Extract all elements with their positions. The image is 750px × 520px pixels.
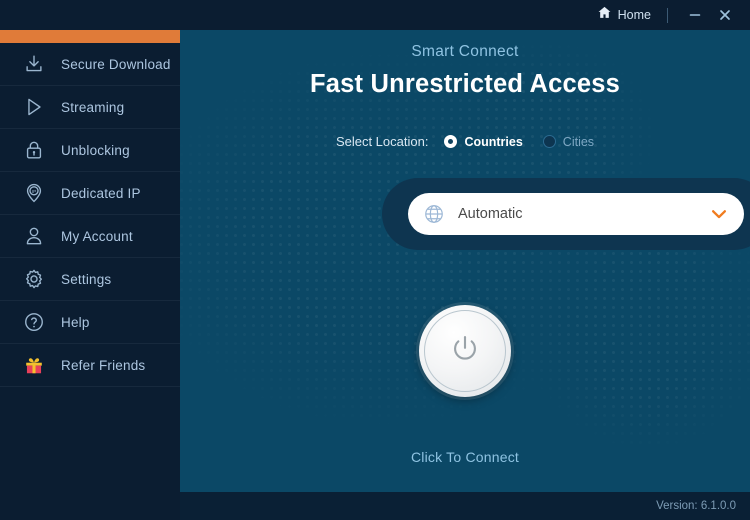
sidebar-item-label: Dedicated IP (61, 186, 141, 201)
sidebar: Smart Connect Secure Download Streaming (0, 0, 180, 520)
sidebar-item-secure-download[interactable]: Secure Download (0, 43, 180, 86)
sidebar-item-label: Settings (61, 272, 111, 287)
title-bar: Home (0, 0, 750, 30)
sidebar-item-label: My Account (61, 229, 133, 244)
radio-dot-icon (444, 135, 457, 148)
page-title: Fast Unrestricted Access (180, 70, 750, 99)
svg-text:IP: IP (32, 189, 37, 195)
sidebar-item-streaming[interactable]: Streaming (0, 86, 180, 129)
lock-icon (20, 136, 48, 164)
sidebar-item-dedicated-ip[interactable]: IP Dedicated IP (0, 172, 180, 215)
radio-countries[interactable]: Countries (444, 135, 522, 149)
sidebar-item-unblocking[interactable]: Unblocking (0, 129, 180, 172)
play-icon (20, 93, 48, 121)
radio-cities[interactable]: Cities (543, 135, 594, 149)
sidebar-item-label: Streaming (61, 100, 124, 115)
user-icon (20, 222, 48, 250)
sidebar-item-label: Unblocking (61, 143, 130, 158)
sidebar-item-label: Refer Friends (61, 358, 145, 373)
sidebar-item-settings[interactable]: Settings (0, 258, 180, 301)
main-content: Smart Connect Fast Unrestricted Access S… (180, 0, 750, 520)
ip-pin-icon: IP (20, 179, 48, 207)
connect-button[interactable] (419, 305, 511, 397)
home-label: Home (618, 8, 651, 22)
chevron-down-icon[interactable] (710, 207, 728, 221)
question-icon (20, 308, 48, 336)
titlebar-divider (667, 8, 668, 23)
app-window: Smart Connect Secure Download Streaming (0, 0, 750, 520)
hero-subtitle: Smart Connect (180, 43, 750, 61)
power-icon (448, 332, 482, 371)
gear-icon (20, 265, 48, 293)
version-label: Version: 6.1.0.0 (656, 500, 736, 512)
radio-countries-label: Countries (464, 135, 522, 149)
download-icon (20, 50, 48, 78)
sidebar-item-label: Help (61, 315, 90, 330)
gift-icon (20, 351, 48, 379)
sidebar-item-refer-friends[interactable]: Refer Friends (0, 344, 180, 387)
footer: Version: 6.1.0.0 (180, 492, 750, 520)
location-dropdown[interactable]: Automatic (408, 193, 744, 235)
connect-caption[interactable]: Click To Connect (411, 449, 519, 465)
home-button[interactable]: Home (591, 3, 657, 27)
globe-icon (422, 202, 446, 226)
location-dropdown-container: Automatic (382, 178, 750, 250)
connect-section: Click To Connect (180, 305, 750, 465)
location-selector: Select Location: Countries Cities (180, 134, 750, 149)
hero-section: Smart Connect Fast Unrestricted Access (180, 30, 750, 99)
radio-cities-label: Cities (563, 135, 594, 149)
sidebar-item-my-account[interactable]: My Account (0, 215, 180, 258)
sidebar-item-help[interactable]: Help (0, 301, 180, 344)
minimize-button[interactable] (680, 3, 710, 27)
sidebar-item-label: Secure Download (61, 57, 171, 72)
location-dropdown-value: Automatic (458, 206, 710, 222)
radio-dot-icon (543, 135, 556, 148)
close-button[interactable] (710, 3, 740, 27)
house-icon (597, 5, 612, 25)
select-location-label: Select Location: (336, 134, 429, 149)
